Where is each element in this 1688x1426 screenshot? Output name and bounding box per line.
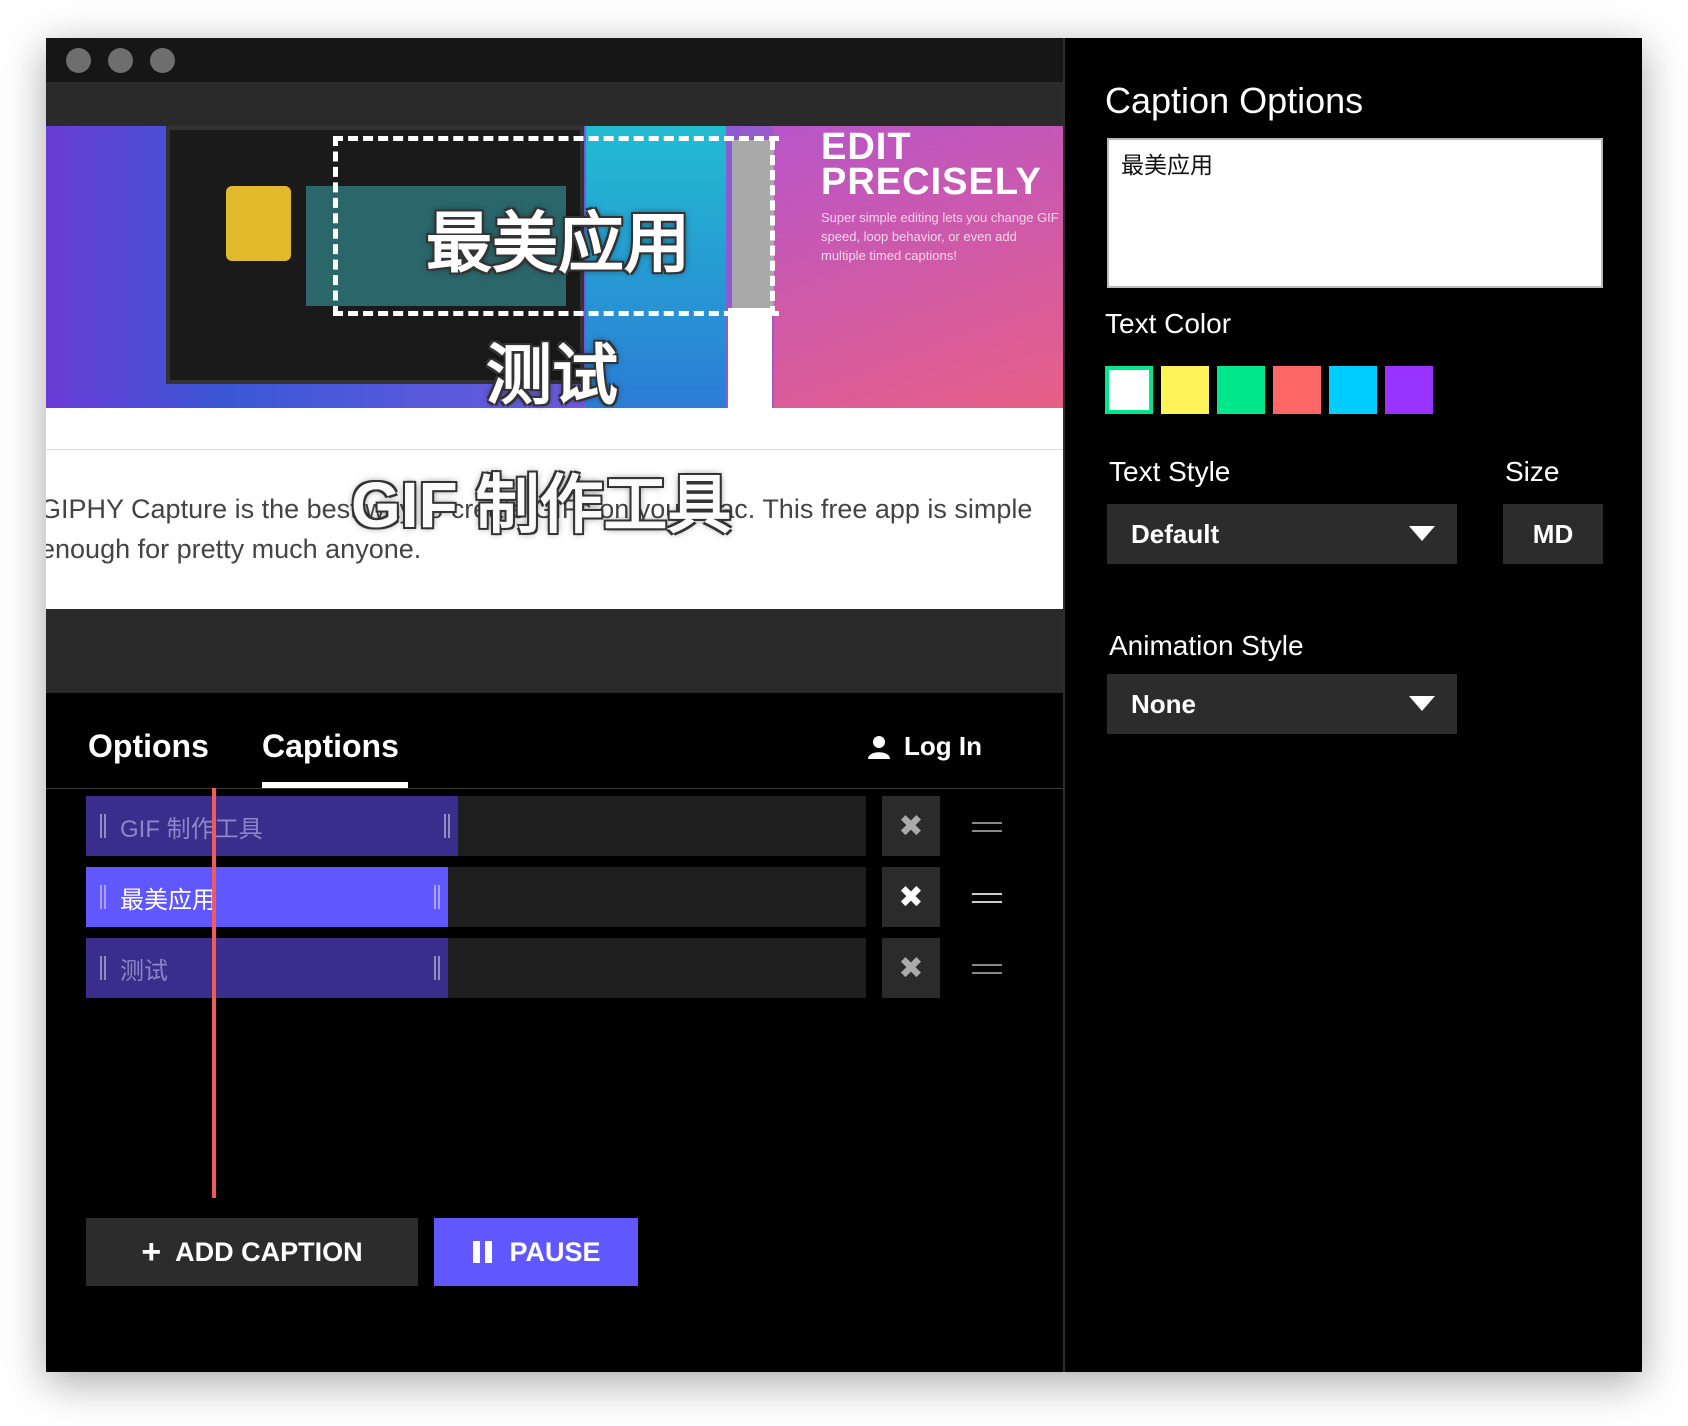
preview-gap	[728, 308, 772, 408]
add-caption-label: ADD CAPTION	[175, 1236, 363, 1267]
caption-overlay-middle[interactable]: 测试	[486, 322, 618, 418]
text-style-dropdown[interactable]: Default	[1107, 504, 1457, 564]
caption-segment-1[interactable]: GIF 制作工具	[86, 796, 458, 856]
segment-start-handle[interactable]	[100, 956, 106, 980]
title-bar	[46, 38, 1063, 82]
app-window: EDIT PRECISELY Super simple editing lets…	[46, 38, 1642, 1372]
caption-overlay-top[interactable]: 最美应用	[426, 190, 690, 286]
reorder-handle-icon[interactable]	[972, 893, 1002, 903]
segment-end-handle[interactable]	[434, 885, 440, 909]
login-button[interactable]: Log In	[866, 731, 982, 762]
login-label: Log In	[904, 731, 982, 761]
active-tab-indicator	[262, 782, 408, 788]
color-swatch[interactable]	[1105, 366, 1153, 414]
gif-preview: EDIT PRECISELY Super simple editing lets…	[46, 126, 1063, 609]
plus-icon: +	[141, 1233, 162, 1271]
caption-overlay-bottom[interactable]: GIF 制作工具	[351, 454, 731, 546]
animation-style-value: None	[1131, 688, 1196, 719]
close-window-button[interactable]	[66, 48, 91, 73]
divider	[46, 449, 1063, 450]
chevron-down-icon	[1409, 696, 1435, 711]
tab-captions[interactable]: Captions	[262, 728, 399, 765]
caption-selection-edge	[770, 140, 780, 316]
segment-end-handle[interactable]	[444, 814, 450, 838]
playhead[interactable]	[212, 788, 216, 1198]
caption-segment-label: GIF 制作工具	[120, 815, 263, 843]
pause-label: PAUSE	[509, 1236, 601, 1267]
preview-thumb-emoji	[226, 186, 291, 261]
size-button[interactable]: MD	[1503, 504, 1603, 564]
editor-panel: EDIT PRECISELY Super simple editing lets…	[46, 82, 1063, 1372]
color-swatch[interactable]	[1161, 366, 1209, 414]
tab-bar: Options Captions Log In	[46, 693, 1063, 789]
color-swatch[interactable]	[1273, 366, 1321, 414]
text-style-label: Text Style	[1109, 456, 1231, 487]
segment-start-handle[interactable]	[100, 885, 106, 909]
segment-start-handle[interactable]	[100, 814, 106, 838]
color-swatch[interactable]	[1329, 366, 1377, 414]
animation-style-label: Animation Style	[1109, 630, 1304, 661]
size-label: Size	[1505, 456, 1560, 487]
banner-title: EDIT PRECISELY	[821, 126, 1042, 203]
animation-style-dropdown[interactable]: None	[1107, 674, 1457, 734]
color-swatch[interactable]	[1385, 366, 1433, 414]
reorder-handle-icon[interactable]	[972, 964, 1002, 974]
color-swatch[interactable]	[1217, 366, 1265, 414]
caption-options-panel: Caption Options 最美应用 Text Color Text Sty…	[1063, 38, 1642, 1372]
caption-segment-3[interactable]: 测试	[86, 938, 448, 998]
add-caption-button[interactable]: + ADD CAPTION	[86, 1218, 418, 1286]
caption-text-input[interactable]: 最美应用	[1107, 138, 1603, 288]
caption-segment-2[interactable]: 最美应用	[86, 867, 448, 927]
reorder-handle-icon[interactable]	[972, 822, 1002, 832]
panel-title: Caption Options	[1105, 80, 1364, 121]
delete-caption-button[interactable]: ✖	[882, 867, 940, 927]
zoom-window-button[interactable]	[150, 48, 175, 73]
delete-caption-button[interactable]: ✖	[882, 938, 940, 998]
pause-icon	[473, 1241, 493, 1263]
minimize-window-button[interactable]	[108, 48, 133, 73]
caption-track-2[interactable]: 最美应用	[86, 867, 866, 927]
size-value: MD	[1532, 518, 1574, 549]
tab-options[interactable]: Options	[88, 728, 209, 765]
caption-segment-label: 测试	[120, 957, 168, 985]
text-color-label: Text Color	[1105, 308, 1232, 339]
chevron-down-icon	[1409, 526, 1435, 541]
text-style-value: Default	[1131, 518, 1220, 549]
segment-end-handle[interactable]	[434, 956, 440, 980]
banner-subtitle: Super simple editing lets you change GIF…	[821, 210, 1059, 263]
user-icon	[868, 735, 890, 759]
preview-area: EDIT PRECISELY Super simple editing lets…	[46, 82, 1063, 693]
pause-button[interactable]: PAUSE	[434, 1218, 638, 1286]
caption-track-1[interactable]: GIF 制作工具	[86, 796, 866, 856]
delete-caption-button[interactable]: ✖	[882, 796, 940, 856]
caption-track-3[interactable]: 测试	[86, 938, 866, 998]
